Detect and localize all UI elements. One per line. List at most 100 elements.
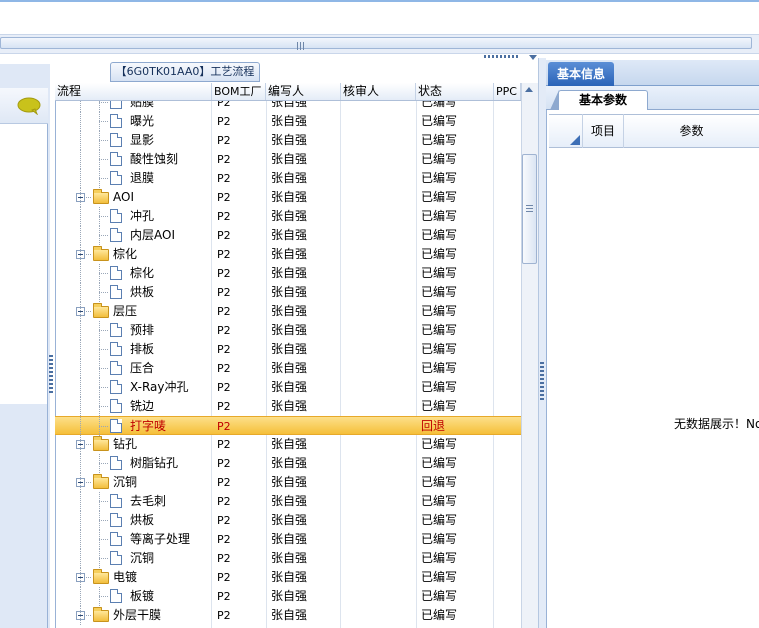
status: 已编写 <box>421 228 458 242</box>
column-header-ppc[interactable]: PPC <box>494 83 521 100</box>
tree-connector <box>80 112 81 131</box>
empty-state-text: 无数据展示！No <box>674 417 759 431</box>
writer: 张自强 <box>271 399 308 413</box>
writer: 张自强 <box>271 228 308 242</box>
tab-basic-info[interactable]: 基本信息 <box>548 62 614 86</box>
writer: 张自强 <box>271 133 308 147</box>
writer: 张自强 <box>271 285 308 299</box>
tree-folder-row[interactable]: 电镀 P2 张自强 已编写 <box>55 568 521 587</box>
tree-connector <box>80 321 81 340</box>
writer: 张自强 <box>271 304 308 318</box>
tree-connector <box>99 273 109 274</box>
tree-row[interactable]: 冲孔 P2 张自强 已编写 <box>55 207 521 226</box>
tree-row[interactable]: 沉铜 P2 张自强 已编写 <box>55 549 521 568</box>
writer: 张自强 <box>271 342 308 356</box>
writer: 张自强 <box>271 171 308 185</box>
document-icon <box>110 209 122 223</box>
scroll-up-icon[interactable] <box>525 87 533 92</box>
writer: 张自强 <box>271 209 308 223</box>
tree-row[interactable]: 烘板 P2 张自强 已编写 <box>55 283 521 302</box>
column-header-reviewer[interactable]: 核审人 <box>341 83 416 100</box>
tree-row[interactable]: 压合 P2 张自强 已编写 <box>55 359 521 378</box>
step-name: 沉铜 <box>113 475 138 489</box>
tree-folder-row[interactable]: 沉铜 P2 张自强 已编写 <box>55 473 521 492</box>
tree-folder-row[interactable]: 棕化 P2 张自强 已编写 <box>55 245 521 264</box>
bom-factory: P2 <box>217 400 231 413</box>
step-name: AOI <box>113 190 134 204</box>
bom-factory: P2 <box>217 514 231 527</box>
tree-row[interactable]: 退膜 P2 张自强 已编写 <box>55 169 521 188</box>
collapse-arrow-icon[interactable] <box>529 55 537 60</box>
tree-connector <box>99 406 109 407</box>
step-name: 钻孔 <box>113 437 138 451</box>
column-header-param[interactable]: 参数 <box>624 114 759 148</box>
right-splitter-grip-icon[interactable] <box>540 362 544 402</box>
tree-folder-row[interactable]: 钻孔 P2 张自强 已编写 <box>55 435 521 454</box>
tree-row[interactable]: 板镀 P2 张自强 已编写 <box>55 587 521 606</box>
splitter-grip-icon[interactable] <box>484 55 520 58</box>
tree-connector <box>99 539 109 540</box>
bom-factory: P2 <box>217 324 231 337</box>
status: 已编写 <box>421 190 458 204</box>
step-name: 板镀 <box>130 589 155 603</box>
status: 已编写 <box>421 133 458 147</box>
step-name: 曝光 <box>130 114 155 128</box>
bom-factory: P2 <box>217 229 231 242</box>
speech-bubble-icon[interactable] <box>17 97 41 115</box>
document-icon <box>110 285 122 299</box>
folder-icon <box>93 436 109 451</box>
tree-connector <box>99 387 109 388</box>
tree-connector <box>99 558 109 559</box>
tree-folder-row[interactable]: AOI P2 张自强 已编写 <box>55 188 521 207</box>
status: 已编写 <box>421 266 458 280</box>
horizontal-scrollbar[interactable] <box>0 37 752 49</box>
tree-row[interactable]: 打字唛 P2 回退 <box>55 416 521 436</box>
writer: 张自强 <box>271 152 308 166</box>
column-header-writer[interactable]: 编写人 <box>266 83 341 100</box>
step-name: 压合 <box>130 361 155 375</box>
tree-row[interactable]: X-Ray冲孔 P2 张自强 已编写 <box>55 378 521 397</box>
tree-folder-row[interactable]: 外层干膜 P2 张自强 已编写 <box>55 606 521 625</box>
tree-row[interactable]: 烘板 P2 张自强 已编写 <box>55 511 521 530</box>
tree-connector <box>80 131 81 150</box>
step-name: 沉铜 <box>130 551 155 565</box>
tree-connector <box>99 463 109 464</box>
vertical-splitter[interactable] <box>538 58 546 628</box>
tree-row[interactable]: 棕化 P2 张自强 已编写 <box>55 264 521 283</box>
writer: 张自强 <box>271 266 308 280</box>
column-header-flow[interactable]: 流程 <box>55 83 212 100</box>
column-header-bom[interactable]: BOM工厂 <box>212 83 266 100</box>
tree-row[interactable]: 预排 P2 张自强 已编写 <box>55 321 521 340</box>
tree-row[interactable]: 曝光 P2 张自强 已编写 <box>55 112 521 131</box>
tree-row[interactable]: 树脂钻孔 P2 张自强 已编写 <box>55 454 521 473</box>
tree-row[interactable]: 铣边 P2 张自强 已编写 <box>55 397 521 416</box>
tree-connector <box>80 283 81 302</box>
tree-connector <box>80 226 81 245</box>
tree-row[interactable]: 等离子处理 P2 张自强 已编写 <box>55 530 521 549</box>
column-header-status[interactable]: 状态 <box>416 83 494 100</box>
writer: 张自强 <box>271 456 308 470</box>
status: 已编写 <box>421 475 458 489</box>
tree-row[interactable]: 显影 P2 张自强 已编写 <box>55 131 521 150</box>
tree-connector <box>99 292 109 293</box>
tree-rows: 贴膜 P2 张自强 已编写 曝光 P2 张自强 已编写 显影 P2 张自强 已编写 酸性蚀刻 P2 张自强已… <box>55 95 521 628</box>
column-header-item[interactable]: 项目 <box>583 114 624 148</box>
tree-row[interactable]: 内层AOI P2 张自强 已编写 <box>55 226 521 245</box>
writer: 张自强 <box>271 323 308 337</box>
tree-connector <box>80 587 81 606</box>
status: 已编写 <box>421 608 458 622</box>
left-splitter-grip-icon[interactable] <box>49 355 53 395</box>
step-name: 去毛刺 <box>130 494 167 508</box>
writer: 张自强 <box>271 513 308 527</box>
writer: 张自强 <box>271 494 308 508</box>
bom-factory: P2 <box>217 438 231 451</box>
writer: 张自强 <box>271 437 308 451</box>
tree-row[interactable]: 去毛刺 P2 张自强 已编写 <box>55 492 521 511</box>
tree-row[interactable]: 酸性蚀刻 P2 张自强 已编写 <box>55 150 521 169</box>
bom-factory: P2 <box>217 267 231 280</box>
writer: 张自强 <box>271 361 308 375</box>
tree-folder-row[interactable]: 层压 P2 张自强 已编写 <box>55 302 521 321</box>
process-flow-tab[interactable]: 【6G0TK01AA0】工艺流程 <box>110 62 260 82</box>
tree-row[interactable]: 排板 P2 张自强 已编写 <box>55 340 521 359</box>
tab-basic-params[interactable]: 基本参数 <box>550 90 648 110</box>
